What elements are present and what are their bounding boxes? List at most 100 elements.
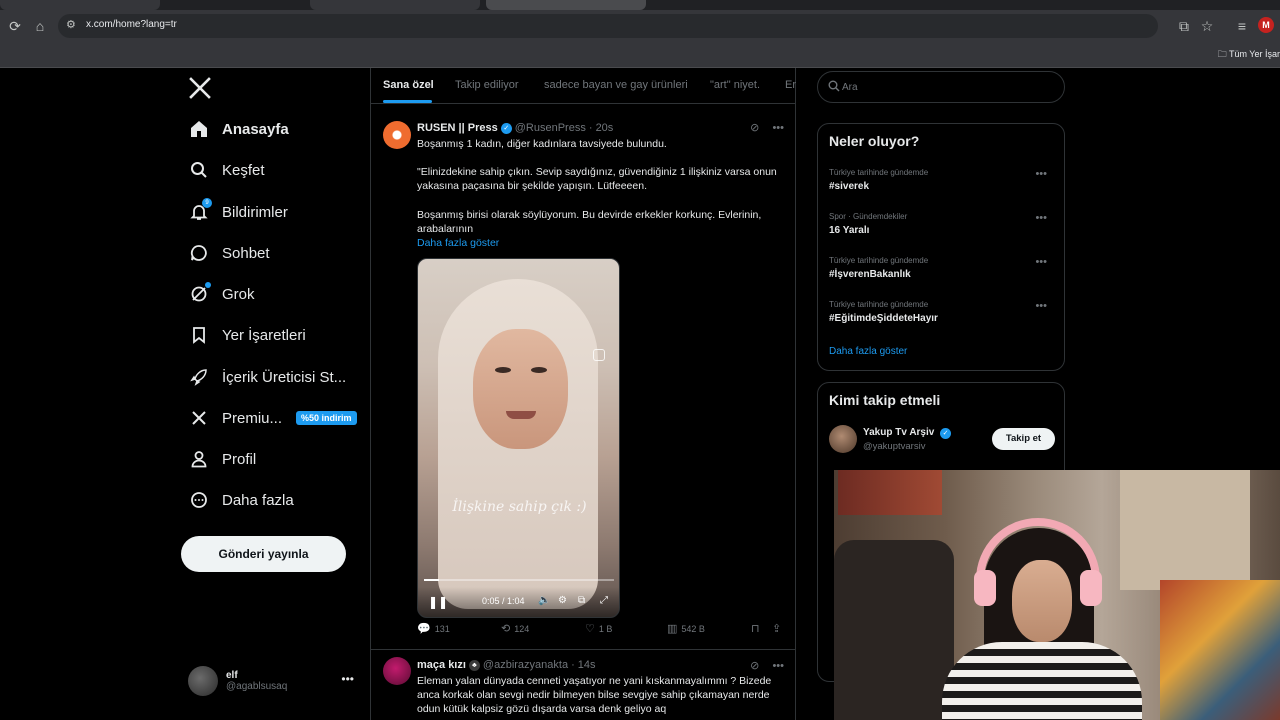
nav-home[interactable]: Anasayfa [188,114,289,144]
more-horizontal-icon[interactable]: ••• [1035,256,1047,268]
tab-list-1[interactable]: sadece bayan ve gay ürünleri [544,79,688,91]
search-input[interactable]: Ara [817,71,1065,103]
like-button[interactable]: ♡ 1 B [585,622,612,635]
nav-profile[interactable]: Profil [188,444,256,474]
nav-bookmarks[interactable]: Yer İşaretleri [188,320,306,350]
video-caption: İlişkine sahip çık :) [452,499,587,515]
suggestion-avatar[interactable] [829,425,857,453]
nav-chat[interactable]: Sohbet [188,238,270,268]
show-more-link[interactable]: Daha fazla göster [417,236,787,250]
browser-tabstrip [0,0,1280,10]
browser-tab-active[interactable] [486,0,646,10]
more-horizontal-icon[interactable]: ••• [772,660,784,672]
notification-badge: 9 [202,198,212,208]
tweet-avatar[interactable] [383,657,411,685]
tweet-author-name[interactable]: maça kızı [417,659,466,671]
bookmark-button[interactable]: ⊓ [751,622,764,635]
fullscreen-icon[interactable]: ⤢ [600,595,608,606]
follow-button[interactable]: Takip et [992,428,1055,450]
active-tab-indicator [383,100,432,103]
bookmark-star-icon[interactable]: ☆ [1197,16,1217,36]
reply-button[interactable]: 💬 131 [417,622,450,635]
views-button[interactable]: ▥ 542 B [667,622,705,635]
search-icon [828,80,840,92]
tab-for-you[interactable]: Sana özel [383,79,434,91]
webcam-overlay [834,470,1280,720]
more-horizontal-icon[interactable]: ••• [341,672,354,686]
more-horizontal-icon[interactable]: ••• [1035,168,1047,180]
nav-grok[interactable]: Grok [188,279,255,309]
suggestion-handle: @yakuptvarsiv [863,441,926,452]
webcam-headset-ear [974,570,996,606]
bell-icon: 9 [188,198,212,223]
picture-in-picture-icon[interactable]: ⧉ [578,595,585,606]
webcam-background-blanket [1160,580,1280,720]
tweet-text-line: Boşanmış 1 kadın, diğer kadınlara tavsiy… [417,138,667,150]
post-button[interactable]: Gönderi yayınla [181,536,346,572]
webcam-headset-ear [1080,570,1102,606]
reload-icon[interactable]: ⟳ [5,16,25,36]
tab-list-2[interactable]: "art" niyet. [710,79,760,91]
video-time: 0:05 / 1:04 [482,596,525,606]
trend-item[interactable]: Türkiye tarihinde gündemde #EğitimdeŞidd… [829,300,1055,324]
instagram-icon [593,349,605,361]
reply-icon: 💬 [417,623,431,635]
more-horizontal-icon[interactable]: ••• [1035,300,1047,312]
bookmarks-folder[interactable]: 🗀 Tüm Yer İşar [1218,47,1280,63]
tab-list-3[interactable]: Er [785,79,796,91]
tweet[interactable]: RUSEN || Press ✓ @RusenPress · 20s ⊘ •••… [371,105,796,650]
tweet-author-handle[interactable]: @RusenPress [515,122,586,134]
trend-item[interactable]: Türkiye tarihinde gündemde #siverek ••• [829,168,1055,192]
nav-creator-studio[interactable]: İçerik Üreticisi St... [188,362,346,392]
more-horizontal-icon[interactable]: ••• [1035,212,1047,224]
follow-suggestion[interactable]: Yakup Tv Arşiv ✓ @yakuptvarsiv Takip et [829,425,1055,455]
tweet-video[interactable]: İlişkine sahip çık :) ❚❚ 0:05 / 1:04 🔈 ⚙… [417,258,620,618]
bookmark-icon [188,324,210,346]
tweet-time[interactable]: · 20s [589,122,613,134]
repost-button[interactable]: ⟲ 124 [501,622,529,635]
search-icon [188,159,210,181]
trends-show-more-link[interactable]: Daha fazla göster [829,346,907,357]
grok-icon[interactable]: ⊘ [750,660,759,672]
account-switcher[interactable]: elf @agablsusaq ••• [188,664,358,698]
chat-icon [188,242,210,264]
install-app-icon[interactable]: ⧉ [1174,16,1194,36]
browser-tab[interactable] [310,0,480,10]
search-placeholder: Ara [842,82,858,93]
tweet[interactable]: maça kızı ♣ @azbirazyanakta · 14s ⊘ ••• … [371,651,796,720]
x-logo-icon[interactable] [188,76,212,100]
nav-explore[interactable]: Keşfet [188,155,265,185]
nav-premium[interactable]: Premiu... %50 indirim [188,403,357,433]
share-button[interactable]: ⇪ [772,622,785,635]
suggestion-name[interactable]: Yakup Tv Arşiv ✓ [863,427,954,439]
tab-following[interactable]: Takip ediliyor [455,79,519,91]
site-info-icon[interactable]: ⚙ [66,18,76,31]
video-frame-face [473,329,568,449]
browser-tab[interactable] [0,0,160,10]
home-browser-icon[interactable]: ⌂ [30,16,50,36]
tweet-author-name[interactable]: RUSEN || Press [417,122,498,134]
tweet-avatar[interactable] [383,121,411,149]
grok-icon[interactable]: ⊘ [750,122,759,134]
more-horizontal-icon[interactable]: ••• [772,122,784,134]
timeline: Sana özel Takip ediliyor sadece bayan ve… [370,68,796,720]
tweet-author-handle[interactable]: @azbirazyanakta [483,659,568,671]
tweet-header-actions: ⊘ ••• [750,121,784,134]
trend-item[interactable]: Spor · Gündemdekiler 16 Yaralı ••• [829,212,1055,236]
tweet-text: Eleman yalan dünyada cenneti yaşatıyor n… [417,675,772,715]
tab-search-icon[interactable]: ≡ [1232,16,1252,36]
tweet-time[interactable]: · 14s [571,659,595,671]
account-avatar [188,666,218,696]
webcam-background-poster [838,470,942,515]
bookmarks-bar: 🗀 Tüm Yer İşar [0,42,1280,68]
nav-more[interactable]: Daha fazla [188,485,294,515]
pause-icon[interactable]: ❚❚ [428,595,448,609]
url-field[interactable]: ⚙ x.com/home?lang=tr [58,14,1158,38]
video-progress-bar[interactable] [424,579,614,581]
settings-gear-icon[interactable]: ⚙ [558,595,567,606]
trend-item[interactable]: Türkiye tarihinde gündemde #İşverenBakan… [829,256,1055,280]
nav-notifications[interactable]: 9 Bildirimler [188,197,288,227]
volume-icon[interactable]: 🔈 [538,595,550,606]
video-frame-eye [495,367,511,373]
browser-profile-avatar[interactable]: M [1258,17,1274,33]
